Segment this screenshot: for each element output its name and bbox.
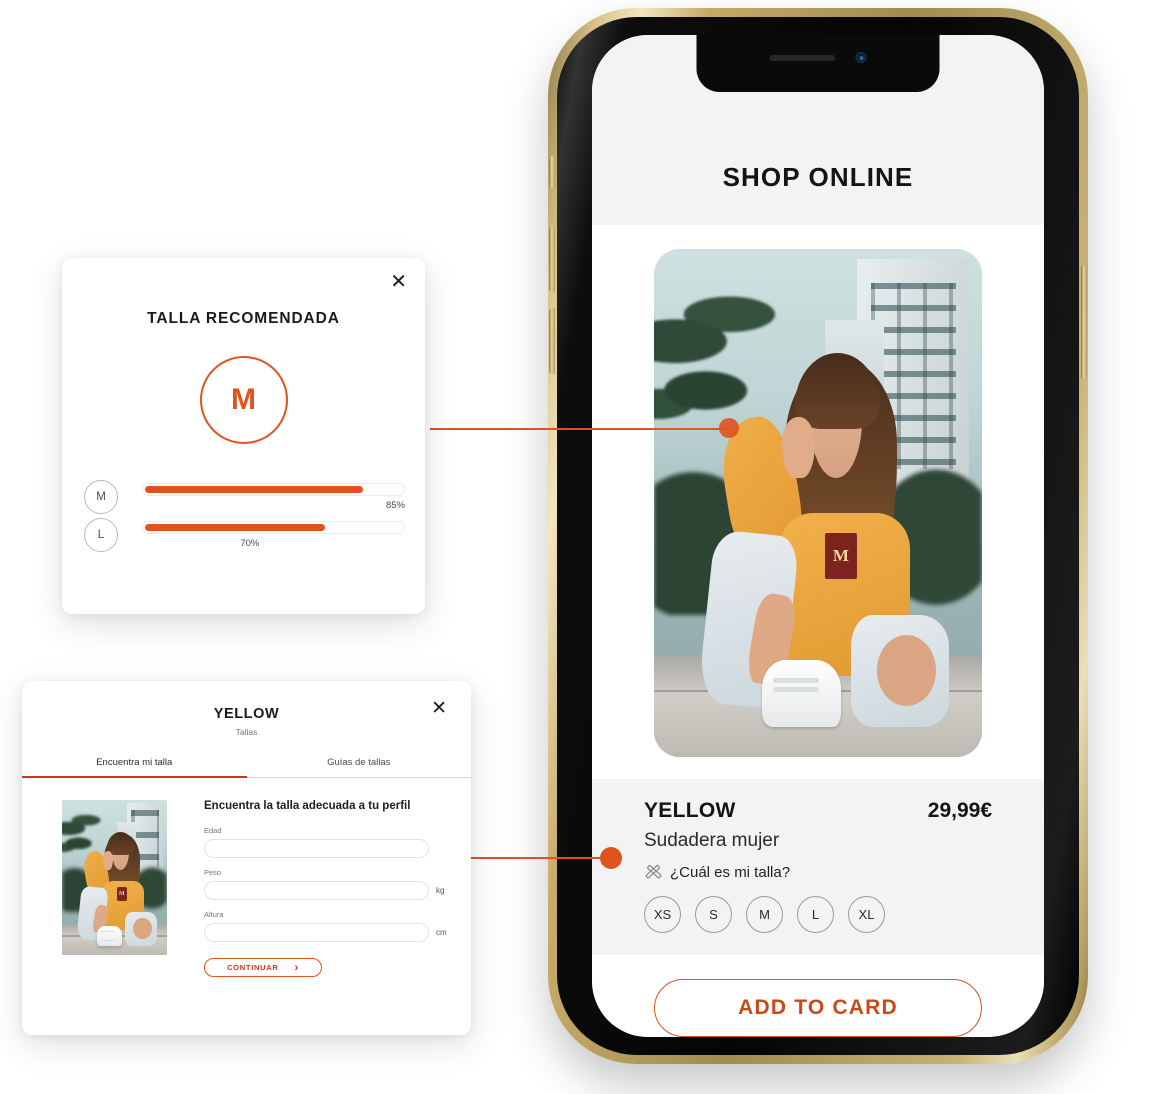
form-heading: Encuentra la talla adecuada a tu perfil: [204, 800, 411, 812]
earpiece-speaker-icon: [769, 54, 836, 61]
volume-down-button[interactable]: [549, 308, 555, 374]
front-camera-icon: [855, 52, 867, 63]
cta-container: ADD TO CARD: [592, 955, 1044, 1037]
size-bar-row: M 85%: [84, 480, 405, 514]
chevron-right-icon: ›: [294, 961, 299, 974]
add-to-cart-button[interactable]: ADD TO CARD: [654, 979, 982, 1037]
field-group-edad: Edad: [204, 826, 449, 858]
continuar-button[interactable]: CONTINUAR ›: [204, 958, 322, 977]
tab-guias-de-tallas[interactable]: Guías de tallas: [247, 757, 472, 777]
size-bar-chip: M: [84, 480, 118, 514]
field-group-altura: Altura cm: [204, 910, 449, 942]
product-info-panel: YELLOW 29,99€ Sudadera mujer ¿Cuál es mi…: [592, 779, 1044, 955]
size-bar-track: [142, 483, 405, 496]
connector-line-size-card: [430, 428, 730, 430]
connector-line-finder-card: [470, 857, 615, 859]
field-label-altura: Altura: [204, 910, 224, 919]
altura-input[interactable]: [204, 923, 429, 942]
recommended-size-title: TALLA RECOMENDADA: [147, 310, 340, 327]
size-bar-track: [142, 521, 405, 534]
size-finder-card: ✕ YELLOW Tallas Encuentra mi talla Guías…: [22, 681, 471, 1035]
field-label-peso: Peso: [204, 868, 222, 877]
close-icon[interactable]: ✕: [427, 695, 451, 722]
size-help-link[interactable]: ¿Cuál es mi talla?: [644, 863, 992, 882]
size-finder-form: Encuentra la talla adecuada a tu perfil …: [167, 800, 449, 977]
edad-input[interactable]: [204, 839, 429, 858]
peso-input[interactable]: [204, 881, 429, 900]
size-bar-chip: L: [84, 518, 118, 552]
power-button[interactable]: [1081, 266, 1087, 378]
connector-dot-size-link: [600, 847, 622, 869]
product-brand: YELLOW: [644, 799, 736, 822]
field-group-peso: Peso kg: [204, 868, 449, 900]
composition-canvas: ✕ TALLA RECOMENDADA M M 85% L 70% ✕ YELL…: [0, 0, 1164, 1094]
product-photo-container: M: [592, 225, 1044, 779]
finder-tabs: Encuentra mi talla Guías de tallas: [22, 757, 471, 778]
recommended-size-card: ✕ TALLA RECOMENDADA M M 85% L 70%: [62, 258, 425, 614]
close-icon[interactable]: ✕: [386, 268, 411, 296]
finder-brand-title: YELLOW: [213, 706, 280, 722]
size-bar-row: L 70%: [84, 518, 405, 552]
size-option-xs[interactable]: XS: [644, 896, 681, 933]
recommended-size-value: M: [231, 383, 256, 416]
connector-dot-sleeve: [719, 418, 739, 438]
size-option-s[interactable]: S: [695, 896, 732, 933]
size-option-xl[interactable]: XL: [848, 896, 885, 933]
product-photo[interactable]: M: [654, 249, 982, 757]
field-unit-peso: kg: [436, 886, 445, 895]
size-option-m[interactable]: M: [746, 896, 783, 933]
sweater-letter: M: [116, 886, 128, 901]
volume-up-button[interactable]: [549, 226, 555, 292]
sweater-letter: M: [824, 533, 858, 580]
phone-notch: [696, 35, 940, 92]
size-options: XS S M L XL: [644, 896, 992, 933]
continuar-label: CONTINUAR: [227, 963, 279, 972]
phone-mockup: SHOP ONLINE M YELLOW 29,99€ Sudadera muj…: [548, 8, 1088, 1064]
silent-switch[interactable]: [549, 156, 555, 188]
product-description: Sudadera mujer: [644, 830, 780, 851]
finder-subtitle: Tallas: [235, 727, 258, 737]
size-option-l[interactable]: L: [797, 896, 834, 933]
product-price: 29,99€: [927, 799, 992, 822]
field-unit-altura: cm: [436, 928, 447, 937]
page-title: SHOP ONLINE: [722, 162, 914, 192]
finder-product-photo: M: [62, 800, 167, 955]
field-label-edad: Edad: [204, 826, 222, 835]
size-bar-percent: 70%: [240, 538, 260, 549]
size-help-label: ¿Cuál es mi talla?: [670, 864, 791, 881]
phone-screen: SHOP ONLINE M YELLOW 29,99€ Sudadera muj…: [592, 35, 1044, 1037]
size-probability-bars: M 85% L 70%: [62, 480, 425, 552]
crossed-rulers-icon: [645, 864, 662, 879]
recommended-size-badge: M: [199, 356, 288, 444]
size-bar-fill: [145, 524, 325, 531]
size-bar-percent: 85%: [385, 500, 405, 511]
size-bar-fill: [145, 486, 364, 493]
tab-encuentra-mi-talla[interactable]: Encuentra mi talla: [22, 757, 247, 778]
